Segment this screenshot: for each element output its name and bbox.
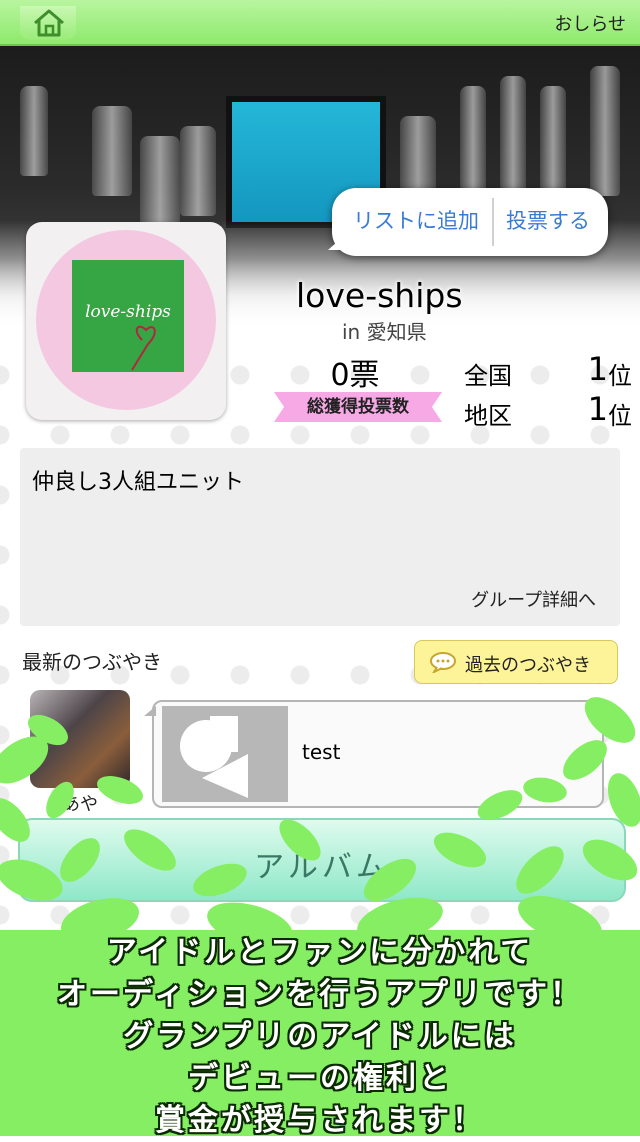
album-label: アルバム xyxy=(254,850,390,885)
regional-rank-unit: 位 xyxy=(608,402,632,430)
speech-bubble-icon xyxy=(430,652,456,673)
group-avatar: love-ships xyxy=(26,222,226,420)
promo-line: デビューの権利と xyxy=(188,1061,452,1096)
home-icon xyxy=(34,9,64,37)
national-rank-unit: 位 xyxy=(608,362,632,390)
group-detail-link[interactable]: グループ詳細へ xyxy=(471,586,596,612)
avatar-logo: love-ships xyxy=(72,260,184,372)
home-button[interactable] xyxy=(20,6,76,40)
top-bar: おしらせ xyxy=(0,0,640,46)
national-rank-value: 1 xyxy=(587,350,608,388)
group-description: 仲良し3人組ユニット グループ詳細へ xyxy=(20,448,620,626)
promo-line: グランプリのアイドルには xyxy=(123,1019,517,1054)
total-votes: 0票 xyxy=(330,358,380,393)
tweet-image-placeholder xyxy=(162,706,288,802)
hero-glass xyxy=(180,126,216,216)
hero-glass xyxy=(140,136,180,226)
album-button[interactable]: アルバム xyxy=(18,818,626,902)
hero-glass xyxy=(590,66,620,196)
tweet-text: test xyxy=(302,740,341,764)
description-text: 仲良し3人組ユニット xyxy=(32,470,244,495)
group-prefecture: in 愛知県 xyxy=(342,320,427,344)
add-to-list-button[interactable]: リストに追加 xyxy=(342,198,490,244)
vote-button[interactable]: 投票する xyxy=(496,198,600,244)
promo-line: アイドルとファンに分かれて xyxy=(106,935,534,970)
hero-glass xyxy=(20,86,48,176)
tweet-bubble-tail xyxy=(144,706,156,716)
total-votes-badge: 総獲得投票数 xyxy=(274,392,442,422)
promo-message: アイドルとファンに分かれて オーディションを行うアプリです！ グランプリのアイド… xyxy=(0,932,640,1142)
member-name: あや xyxy=(62,794,98,815)
national-rank-label: 全国 xyxy=(464,362,512,390)
hero-glass xyxy=(460,86,486,196)
past-tweets-button[interactable]: 過去のつぶやき xyxy=(414,640,618,684)
action-popover: リストに追加 投票する xyxy=(328,188,608,256)
tweet-item[interactable]: test xyxy=(144,700,604,808)
latest-tweets-title: 最新のつぶやき xyxy=(22,650,162,674)
regional-rank-value: 1 xyxy=(587,390,608,428)
regional-rank-label: 地区 xyxy=(464,402,512,430)
popover-divider xyxy=(492,198,494,246)
promo-line: オーディションを行うアプリです！ xyxy=(57,977,583,1012)
hero-glass xyxy=(540,86,566,196)
past-tweets-label: 過去のつぶやき xyxy=(465,655,591,676)
hero-glass xyxy=(500,76,526,196)
heart-drawing xyxy=(131,325,156,371)
hero-glass xyxy=(92,106,132,196)
image-placeholder-icon xyxy=(180,716,248,798)
member-avatar[interactable] xyxy=(30,690,130,788)
notice-link[interactable]: おしらせ xyxy=(554,10,626,36)
group-name: love-ships xyxy=(296,276,463,315)
